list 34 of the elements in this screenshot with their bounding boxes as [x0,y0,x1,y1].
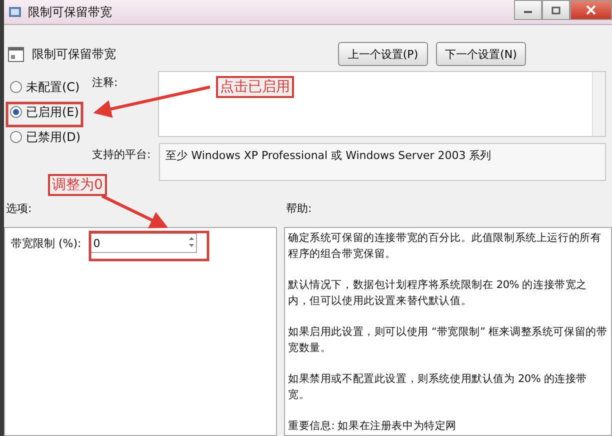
nav-button[interactable]: 上一个设置(P) [338,42,428,66]
radio-option[interactable]: 已启用(E) [10,104,92,120]
window-icon [8,6,22,18]
spin-arrows-icon[interactable] [187,234,196,248]
annotation-callout: 调整为0 [48,174,107,196]
comment-label: 注释: [92,75,118,90]
policy-icon [8,46,24,62]
help-label: 帮助: [286,201,312,216]
bandwidth-label: 带宽限制 (%): [11,236,82,250]
platform-text: 至少 Windows XP Professional 或 Windows Server 2003 系列 [166,149,492,162]
help-paragraph: 确定系统可保留的连接带宽的百分比。此值限制系统上运行的所有程序的组合带宽保留。 [288,231,602,262]
maximize-icon[interactable] [551,6,561,14]
radio-icon[interactable] [10,131,22,143]
radio-option[interactable]: 未配置(C) [10,79,92,95]
radio-option[interactable]: 已禁用(D) [10,129,92,145]
bandwidth-spinbox[interactable]: 0 [89,233,198,253]
help-paragraph: 如果启用此设置，则可以使用 “带宽限制” 框来调整系统可保留的带宽数量。 [288,325,608,356]
radio-icon[interactable] [10,106,22,118]
annotation-callout: 点击已启用 [216,76,294,98]
scrollbar[interactable] [592,72,605,136]
annotation-arrow [101,194,168,228]
close-icon[interactable] [586,5,596,15]
platform-label: 支持的平台: [92,147,151,162]
help-paragraph: 如果禁用或不配置此设置，则系统使用默认值为 20% 的连接带宽。 [288,372,588,403]
maximize-button[interactable] [542,0,570,20]
policy-title: 限制可保留带宽 [32,46,116,62]
close-button[interactable] [570,0,612,20]
options-label: 选项: [6,201,32,216]
nav-button[interactable]: 下一个设置(N) [436,42,526,66]
minimize-button[interactable] [514,0,542,20]
help-paragraph: 默认情况下，数据包计划程序将系统限制在 20% 的连接带宽之内，但可以使用此设置来替代默认值。 [288,278,588,309]
radio-icon[interactable] [10,81,22,93]
help-paragraph: 重要信息: 如果在注册表中为特定网 [288,419,458,434]
window-title: 限制可保留带宽 [28,4,112,20]
